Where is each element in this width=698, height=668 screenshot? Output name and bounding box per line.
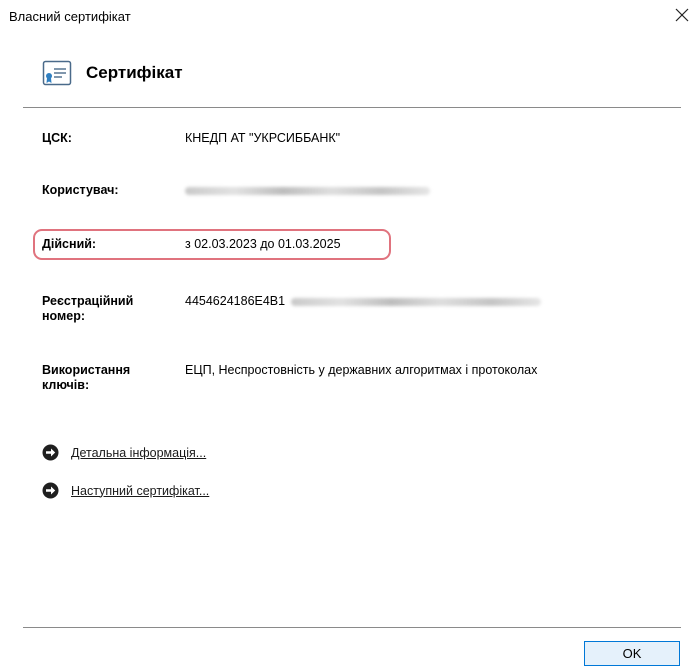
close-icon [675, 8, 689, 22]
bottom-divider [23, 627, 681, 628]
usage-value: ЕЦП, Неспростовність у державних алгорит… [185, 363, 538, 377]
valid-value: з 02.03.2023 до 01.03.2025 [185, 237, 341, 251]
csk-label: ЦСК: [42, 131, 72, 145]
certificate-icon [42, 60, 72, 86]
next-cert-link-label[interactable]: Наступний сертифікат... [71, 484, 209, 498]
valid-label: Дійсний: [42, 237, 97, 251]
field-reg: Реєстраційний номер: 4454624186E4B1 [42, 294, 541, 324]
title-bar: Власний сертифікат [0, 0, 698, 36]
reg-redacted [290, 297, 541, 306]
arrow-right-icon [42, 444, 59, 461]
usage-label: Використання ключів: [42, 363, 131, 392]
dialog-header: Сертифікат [42, 58, 183, 88]
csk-value: КНЕДП АТ "УКРСИББАНК" [185, 131, 341, 145]
user-label: Користувач: [42, 183, 119, 197]
reg-label: Реєстраційний номер: [42, 294, 134, 323]
close-button[interactable] [670, 3, 694, 27]
reg-number: 4454624186E4B1 [185, 294, 286, 308]
reg-value: 4454624186E4B1 [185, 294, 541, 324]
details-link-label[interactable]: Детальна інформація... [71, 446, 206, 460]
user-value-redacted [185, 183, 430, 198]
field-usage: Використання ключів: ЕЦП, Неспростовніст… [42, 363, 537, 393]
top-divider [23, 107, 681, 108]
ok-button[interactable]: OK [584, 641, 680, 666]
details-link[interactable]: Детальна інформація... [42, 444, 206, 461]
field-csk: ЦСК: КНЕДП АТ "УКРСИББАНК" [42, 131, 340, 146]
next-cert-link[interactable]: Наступний сертифікат... [42, 482, 209, 499]
page-title: Сертифікат [86, 63, 183, 82]
window-title: Власний сертифікат [9, 9, 131, 24]
arrow-right-icon [42, 482, 59, 499]
field-valid: Дійсний: з 02.03.2023 до 01.03.2025 [42, 237, 341, 252]
field-user: Користувач: [42, 183, 430, 198]
